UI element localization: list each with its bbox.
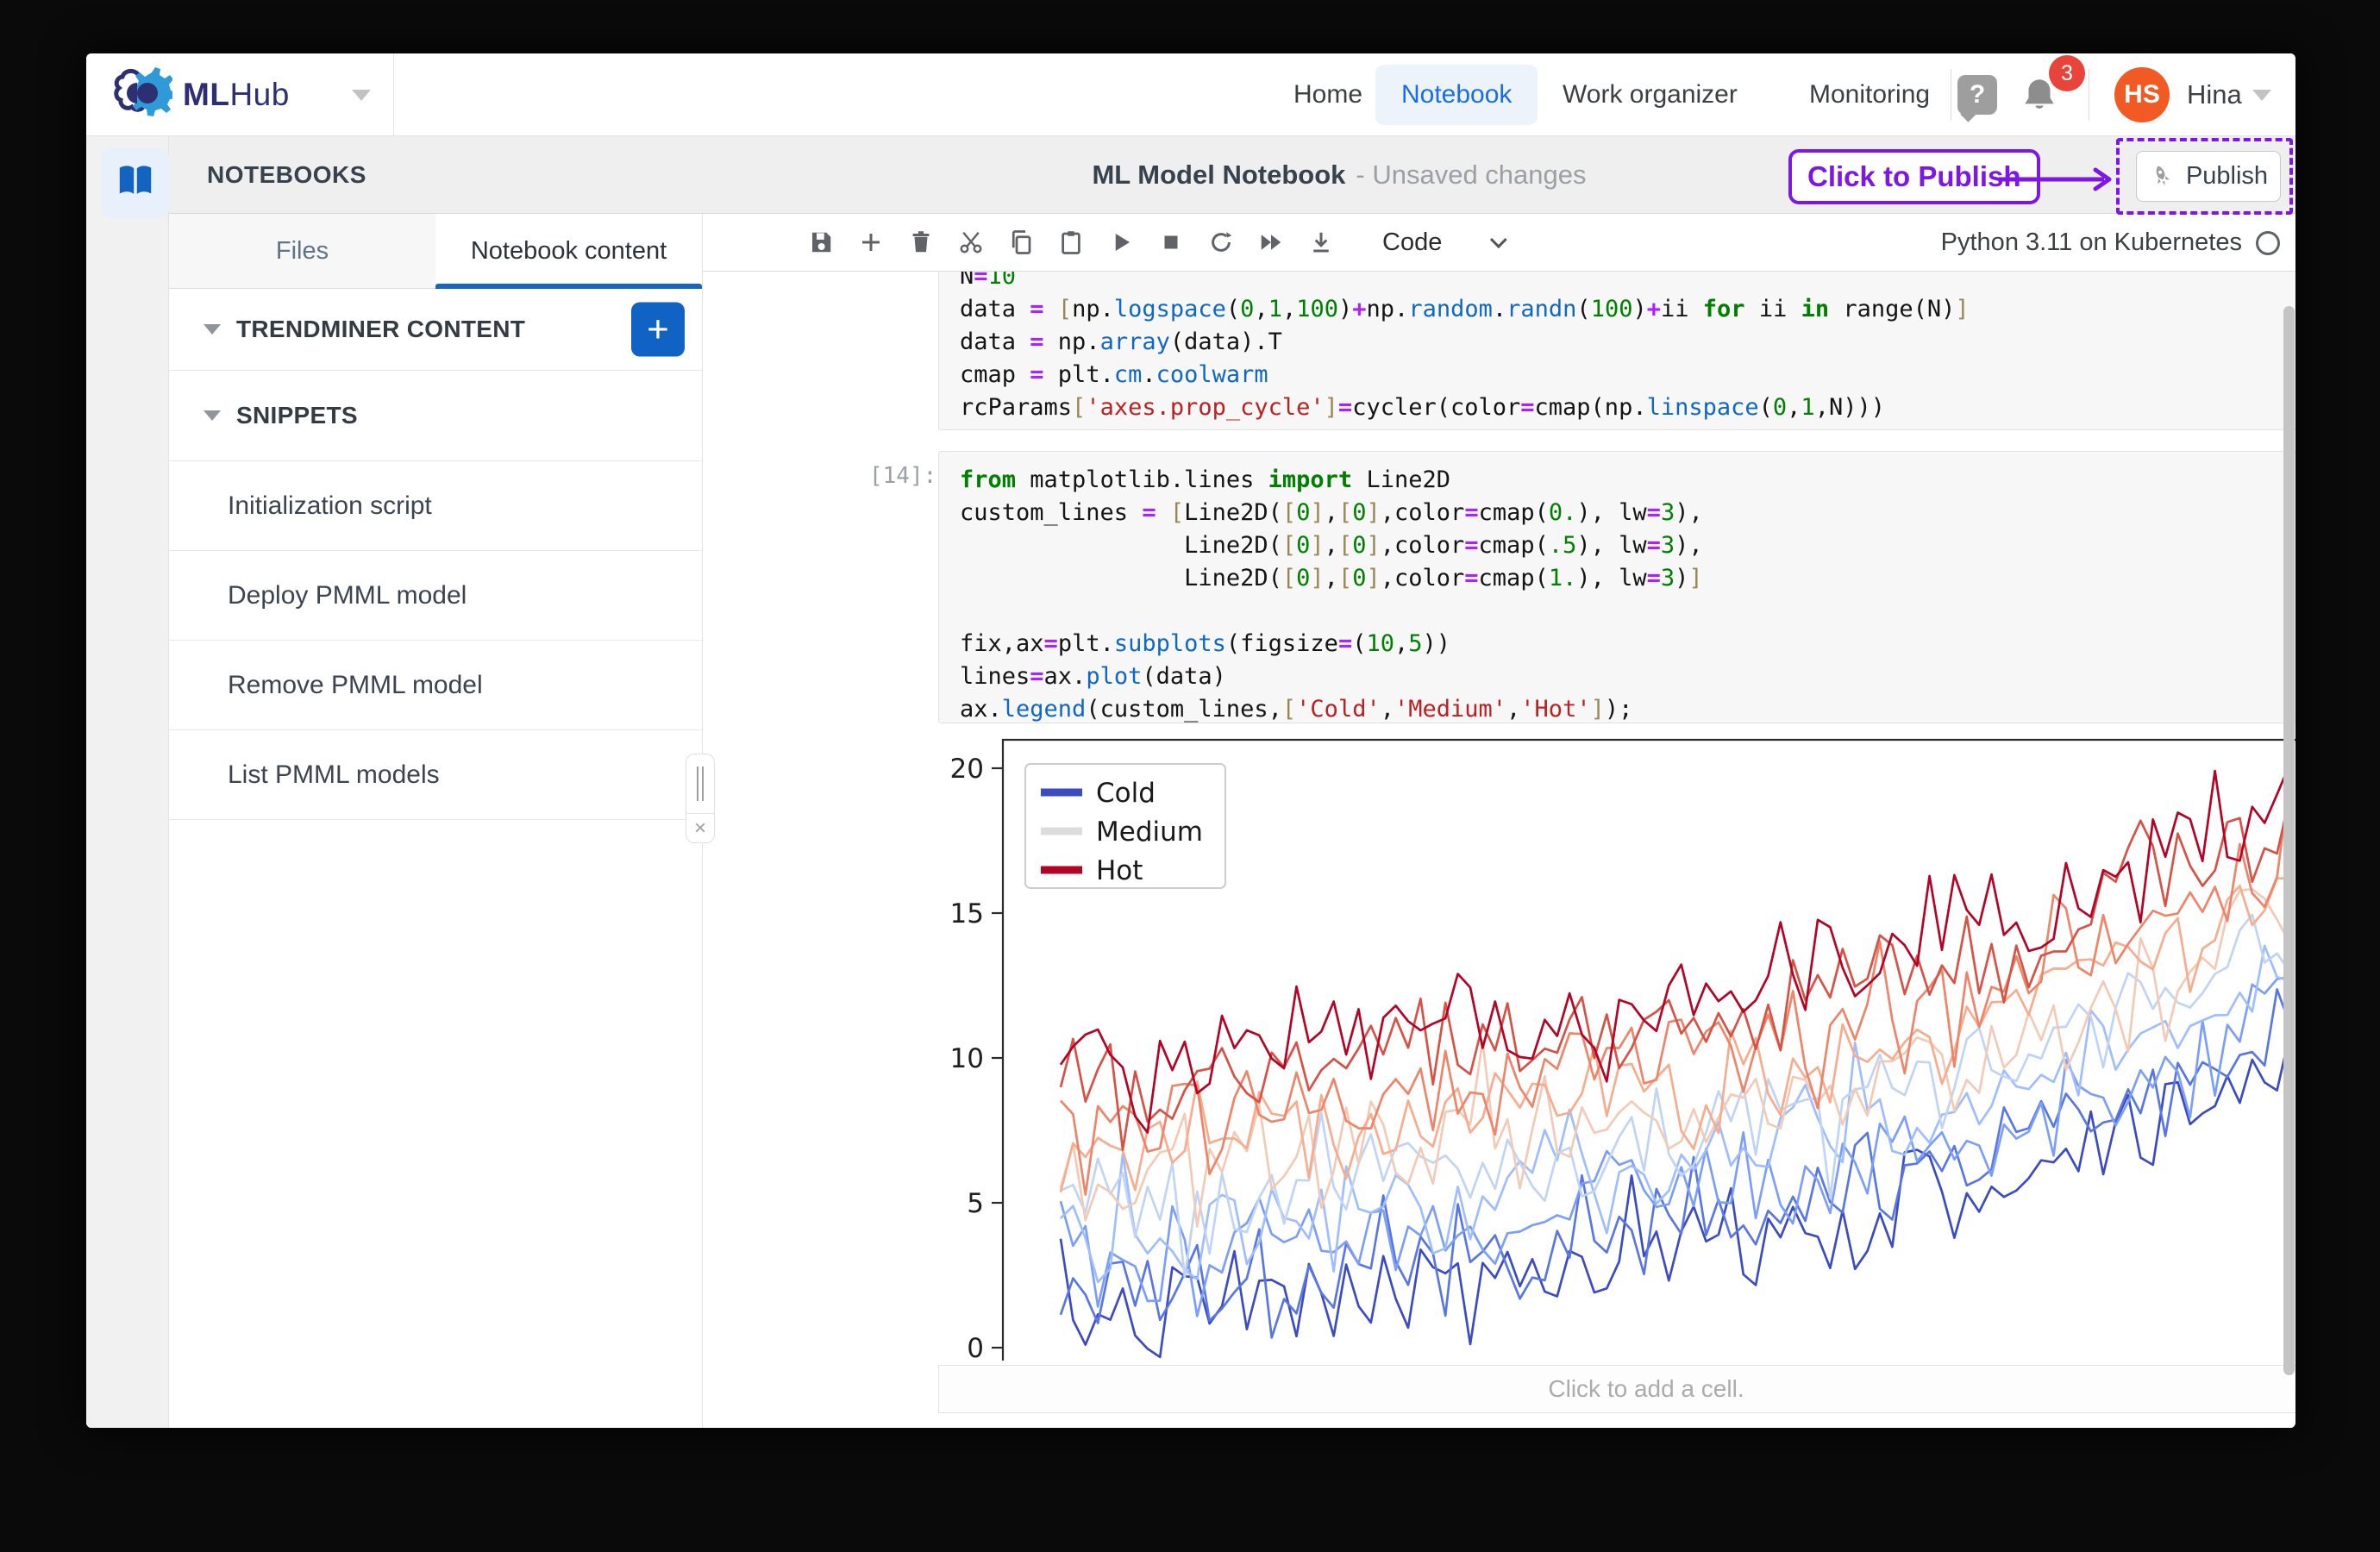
cell-type-value: Code [1382, 228, 1442, 257]
section-trendminer-content[interactable]: TRENDMINER CONTENT + [169, 289, 702, 371]
section-snippets[interactable]: SNIPPETS [169, 371, 702, 461]
splitter-close-icon[interactable]: × [686, 814, 714, 842]
kernel-label: Python 3.11 on Kubernetes [1941, 228, 2242, 257]
section-snippets-label: SNIPPETS [236, 402, 358, 429]
code-cell[interactable]: from matplotlib.lines import Line2Dcusto… [938, 451, 2295, 723]
svg-text:15: 15 [950, 898, 984, 929]
snippet-list-pmml-models[interactable]: List PMML models [169, 730, 702, 820]
tab-notebook-content[interactable]: Notebook content [435, 214, 702, 288]
paste-cell-icon[interactable] [1056, 228, 1086, 257]
tab-files[interactable]: Files [169, 214, 435, 288]
open-book-icon [116, 164, 154, 203]
publish-button[interactable]: Publish [2136, 151, 2281, 202]
nav-work-organizer[interactable]: Work organizer [1563, 53, 1738, 136]
download-icon[interactable] [1306, 228, 1336, 257]
annotation-arrow-icon [1999, 167, 2120, 191]
notebook-title: ML Model Notebook [1092, 160, 1345, 191]
notebook-toolbar: Code Python 3.11 on Kubernetes [703, 214, 2295, 272]
insert-cell-icon[interactable] [856, 228, 886, 257]
top-header: MLHub Home Notebook Work organizer Monit… [86, 53, 2295, 136]
cut-cell-icon[interactable] [956, 228, 986, 257]
workspace-dropdown-icon[interactable] [352, 90, 371, 101]
app-logo[interactable]: MLHub [112, 53, 290, 136]
help-icon[interactable]: ? [1957, 75, 1997, 115]
add-content-button[interactable]: + [631, 303, 685, 357]
svg-text:20: 20 [950, 754, 984, 785]
svg-text:0: 0 [967, 1333, 984, 1361]
run-cell-icon[interactable] [1106, 228, 1136, 257]
vertical-scrollbar[interactable] [2283, 306, 2295, 1375]
notebook-scroll-area[interactable]: N=10data = [np.logspace(0,1,100)+np.rand… [703, 272, 2295, 1428]
left-rail [86, 136, 169, 1428]
sidebar: Files Notebook content TRENDMINER CONTEN… [169, 214, 703, 1428]
snippet-remove-pmml-model[interactable]: Remove PMML model [169, 641, 702, 730]
sidebar-splitter[interactable]: × [686, 754, 715, 843]
snippet-deploy-pmml-model[interactable]: Deploy PMML model [169, 551, 702, 641]
svg-text:Hot: Hot [1096, 855, 1143, 886]
save-icon[interactable] [806, 228, 836, 257]
brain-gear-logo-icon [112, 66, 172, 125]
code-cell[interactable]: N=10data = [np.logspace(0,1,100)+np.rand… [938, 272, 2295, 430]
nav-home[interactable]: Home [1293, 53, 1362, 136]
collapse-caret-icon[interactable] [204, 324, 221, 335]
cell-type-select[interactable]: Code [1382, 228, 1502, 257]
sidebar-title: NOTEBOOKS [207, 136, 366, 214]
publish-label: Publish [2186, 162, 2268, 191]
chevron-down-icon [1490, 231, 1507, 248]
snippet-initialization-script[interactable]: Initialization script [169, 461, 702, 551]
user-menu-chevron-icon[interactable] [2252, 90, 2271, 101]
kernel-status-icon [2256, 231, 2280, 255]
user-name[interactable]: Hina [2187, 53, 2242, 136]
copy-cell-icon[interactable] [1006, 228, 1036, 257]
kernel-indicator[interactable]: Python 3.11 on Kubernetes [1941, 214, 2280, 272]
svg-text:5: 5 [967, 1188, 984, 1219]
interrupt-kernel-icon[interactable] [1156, 228, 1186, 257]
notebooks-rail-button[interactable] [102, 148, 169, 217]
splitter-grip-icon[interactable] [686, 754, 714, 814]
svg-text:Medium: Medium [1096, 817, 1203, 848]
svg-text:10: 10 [950, 1043, 984, 1074]
delete-cell-icon[interactable] [906, 228, 936, 257]
section-trendminer-label: TRENDMINER CONTENT [236, 316, 525, 343]
notebook-status: - Unsaved changes [1356, 160, 1586, 191]
restart-kernel-icon[interactable] [1206, 228, 1236, 257]
logo-text: MLHub [183, 77, 290, 113]
avatar[interactable]: HS [2114, 67, 2170, 122]
restart-run-all-icon[interactable] [1256, 228, 1286, 257]
nav-monitoring[interactable]: Monitoring [1809, 53, 1930, 136]
screenshot-frame: MLHub Home Notebook Work organizer Monit… [0, 0, 2380, 1552]
collapse-caret-icon[interactable] [204, 410, 221, 421]
sidebar-tabs: Files Notebook content [169, 214, 702, 289]
svg-text:Cold: Cold [1096, 778, 1156, 809]
rocket-icon [2145, 160, 2178, 192]
app-window: MLHub Home Notebook Work organizer Monit… [86, 53, 2295, 1428]
cell-output-chart: 0 5 10 15 20 Cold Medium Hot [944, 731, 2295, 1361]
subheader-band: NOTEBOOKS ML Model Notebook - Unsaved ch… [86, 136, 2295, 214]
add-cell-button[interactable]: Click to add a cell. [938, 1365, 2295, 1413]
notification-badge: 3 [2049, 55, 2085, 91]
chart-svg: 0 5 10 15 20 Cold Medium Hot [944, 731, 2295, 1361]
nav-notebook[interactable]: Notebook [1375, 65, 1538, 125]
cell-prompt: [14]: [869, 463, 936, 489]
header-divider [393, 53, 394, 136]
notebook-title-group: ML Model Notebook - Unsaved changes [1092, 136, 1586, 214]
